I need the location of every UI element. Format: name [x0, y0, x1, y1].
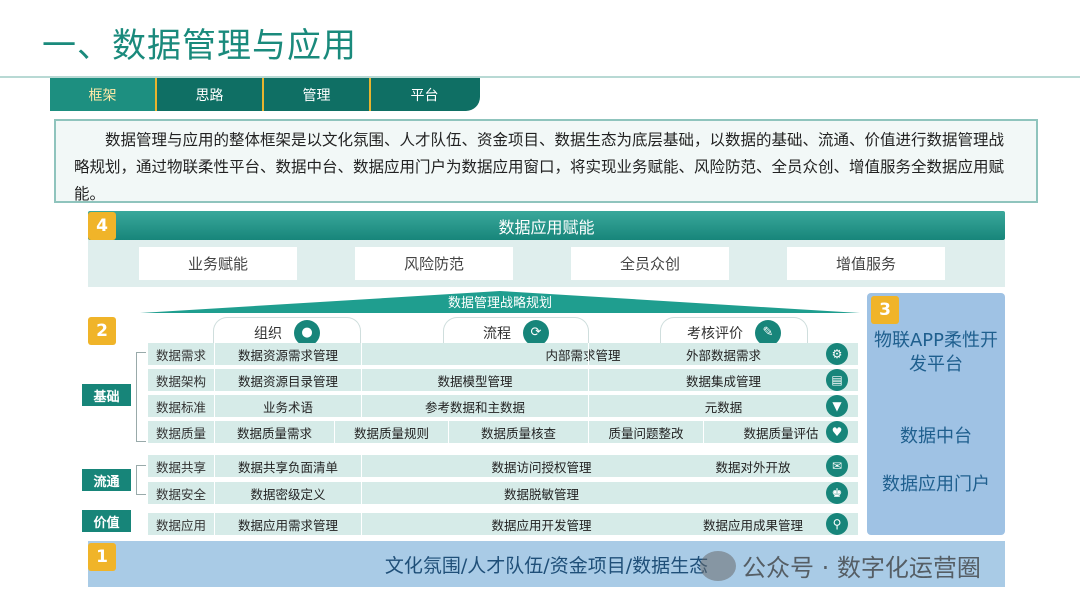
page-title: 一、数据管理与应用: [42, 26, 357, 66]
wechat-icon: [700, 550, 736, 581]
people-icon: ♚: [826, 482, 848, 504]
l3-item-data-middle-platform: 数据中台: [900, 426, 972, 447]
row-cell: 质量问题整改: [588, 421, 703, 443]
row-category: 数据安全: [155, 486, 206, 502]
layer4-panel: 业务赋能 风险防范 全员众创 增值服务: [88, 240, 1005, 287]
header-organization-label: 组织: [254, 325, 282, 342]
header-assessment-label: 考核评价: [687, 325, 743, 342]
table-row: 数据安全 数据密级定义 数据脱敏管理: [148, 482, 858, 504]
group-bracket-basic: [136, 352, 146, 442]
layer1-text: 文化氛围/人才队伍/资金项目/数据生态: [384, 554, 709, 577]
row-category: 数据架构: [155, 373, 206, 389]
row-cell: 数据应用需求管理: [214, 513, 361, 535]
group-label-flow: 流通: [82, 469, 131, 491]
row-cell: 数据资源目录管理: [214, 369, 361, 391]
row-cell: 业务术语: [214, 395, 361, 417]
group-label-value: 价值: [82, 510, 131, 532]
row-cell: 参考数据和主数据: [361, 395, 588, 417]
row-cell: 数据质量核查: [448, 421, 588, 443]
layer1-badge: 1: [88, 543, 116, 571]
layer4-title-bar: 数据应用赋能: [88, 211, 1005, 240]
row-cell: 数据脱敏管理: [361, 482, 721, 504]
table-row: 数据应用 数据应用需求管理 数据应用开发管理 数据应用成果管理: [148, 513, 858, 535]
row-category: 数据共享: [155, 459, 206, 475]
l4-item-crowd: 全员众创: [571, 247, 729, 280]
row-cell: 数据模型管理: [361, 369, 588, 391]
team-icon: ●: [294, 319, 320, 346]
row-cell: 数据质量需求: [214, 421, 334, 443]
tab-framework[interactable]: 框架: [50, 78, 157, 111]
tab-management[interactable]: 管理: [264, 78, 371, 111]
tab-platform[interactable]: 平台: [371, 78, 478, 111]
row-category: 数据质量: [155, 425, 206, 441]
layer4-badge: 4: [88, 212, 116, 240]
group-bracket-flow: [136, 465, 146, 495]
group-label-basic: 基础: [82, 384, 131, 406]
row-cell: 数据资源需求管理: [214, 343, 361, 365]
table-row: 数据架构 数据资源目录管理 数据模型管理 数据集成管理: [148, 369, 858, 391]
edit-icon: ✎: [755, 319, 781, 346]
layer2-badge: 2: [88, 317, 116, 345]
header-process-label: 流程: [483, 325, 511, 342]
watermark-text: 公众号 · 数字化运营圈: [742, 554, 981, 582]
row-cell: 数据共享负面清单: [214, 455, 361, 477]
row-category: 数据应用: [155, 517, 206, 533]
tab-bar: 框架 思路 管理 平台: [50, 78, 480, 111]
tab-approach[interactable]: 思路: [157, 78, 264, 111]
chat-icon: ✉: [826, 455, 848, 477]
l3-item-app-portal: 数据应用门户: [882, 474, 990, 495]
watermark: 公众号 · 数字化运营圈: [700, 548, 981, 583]
layer4-title: 数据应用赋能: [498, 217, 595, 237]
table-row: 数据质量 数据质量需求 数据质量规则 数据质量核查 质量问题整改 数据质量评估: [148, 421, 858, 443]
row-cell: 元数据: [588, 395, 858, 417]
process-icon: ⟳: [523, 319, 549, 346]
row-category: 数据标准: [155, 399, 206, 415]
l4-item-value: 增值服务: [787, 247, 945, 280]
intro-paragraph: 数据管理与应用的整体框架是以文化氛围、人才队伍、资金项目、数据生态为底层基础，以…: [54, 119, 1038, 203]
shield-icon: ♥: [826, 421, 848, 443]
row-cell: 数据密级定义: [214, 482, 361, 504]
row-category: 数据需求: [155, 347, 206, 363]
search-icon: ⚲: [826, 513, 848, 535]
table-row: 数据标准 业务术语 参考数据和主数据 元数据: [148, 395, 858, 417]
filter-icon: ▼: [826, 395, 848, 417]
l3-item-iot-platform: 物联APP柔性开发平台: [873, 330, 999, 375]
row-cell: 数据质量规则: [334, 421, 448, 443]
row-cell: 外部数据需求: [588, 343, 858, 365]
gear-icon: ⚙: [826, 343, 848, 365]
l4-item-risk: 风险防范: [355, 247, 513, 280]
layer3-panel: 物联APP柔性开发平台 数据中台 数据应用门户: [867, 293, 1005, 535]
row-cell: 数据集成管理: [588, 369, 858, 391]
clipboard-icon: ▤: [826, 369, 848, 391]
layer3-badge: 3: [871, 296, 899, 324]
table-row: 数据需求 数据资源需求管理 内部需求管理 外部数据需求: [148, 343, 858, 365]
l4-item-business: 业务赋能: [139, 247, 297, 280]
strategy-label: 数据管理战略规划: [447, 296, 552, 311]
table-row: 数据共享 数据共享负面清单 数据访问授权管理 数据对外开放: [148, 455, 858, 477]
